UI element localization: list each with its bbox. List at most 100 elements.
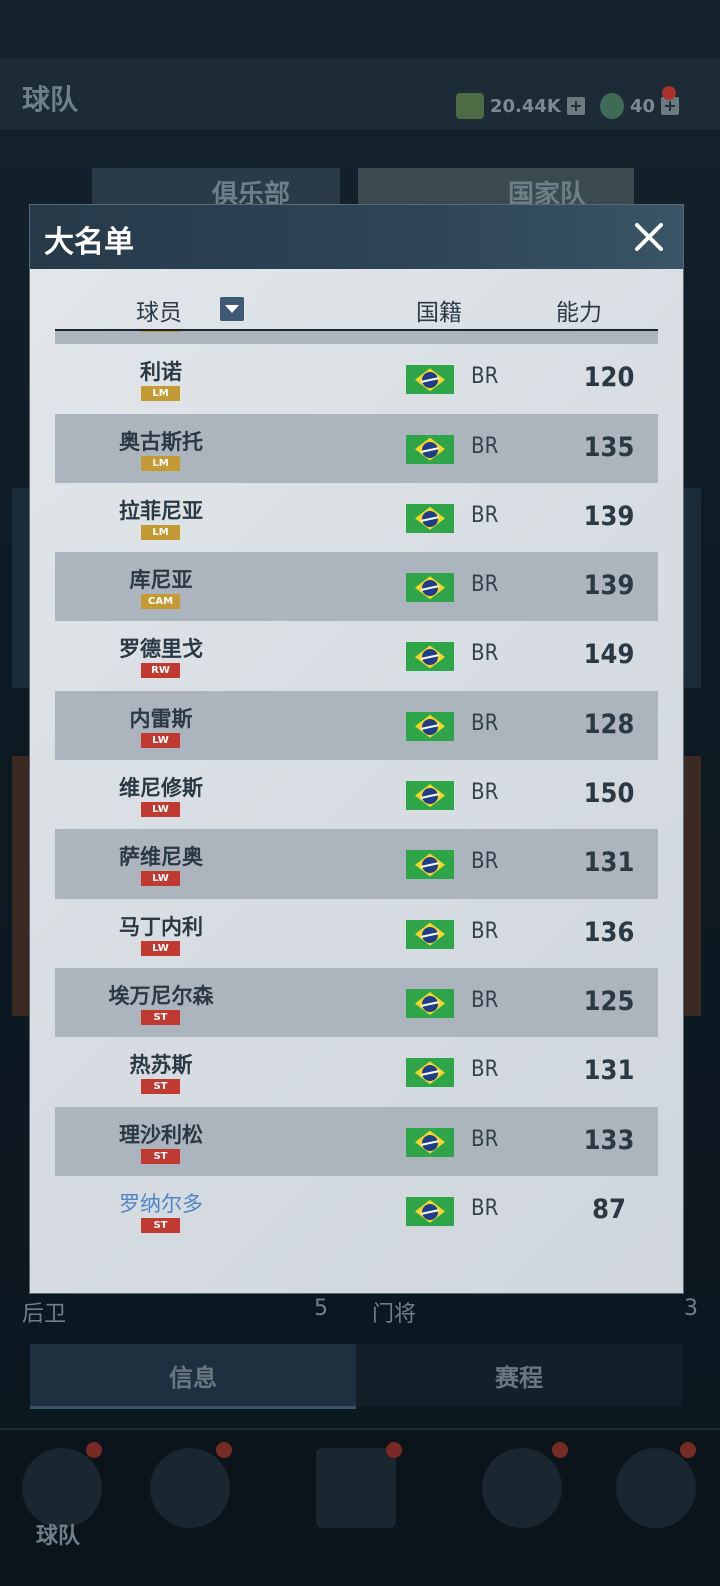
- player-name: 维尼修斯: [119, 776, 203, 801]
- brazil-flag-icon: [406, 642, 454, 672]
- nav-pitch-icon[interactable]: [316, 1448, 396, 1528]
- nav-team-icon[interactable]: [22, 1448, 102, 1528]
- nationality-code: BR: [471, 1057, 499, 1083]
- nationality-code: BR: [471, 710, 499, 736]
- roster-modal: 大名单 球员 国籍 能力 帕奎塔CMBR138利诺LMBR120奥古斯托LMBR…: [30, 205, 683, 1293]
- notification-dot: [662, 86, 676, 100]
- player-row[interactable]: 热苏斯 ST BR 131: [55, 1037, 658, 1106]
- player-row[interactable]: 库尼亚 CAM BR 139: [55, 552, 658, 622]
- close-icon[interactable]: [625, 213, 673, 261]
- modal-header: 大名单: [30, 205, 683, 269]
- brazil-flag-icon: [406, 365, 454, 395]
- player-row[interactable]: 埃万尼尔森 ST BR 125: [55, 967, 658, 1038]
- player-name: 萨维尼奥: [119, 845, 203, 870]
- position-badge: LW: [141, 940, 180, 956]
- gem-icon: [600, 93, 624, 119]
- player-row[interactable]: 罗德里戈 RW BR 149: [55, 621, 658, 690]
- player-name: 内雷斯: [129, 706, 193, 731]
- brazil-flag-icon: [406, 503, 454, 533]
- player-name: 利诺: [140, 360, 182, 385]
- ability-value: 139: [583, 500, 635, 532]
- tab-info[interactable]: 信息: [30, 1344, 356, 1409]
- notification-dot: [680, 1442, 696, 1458]
- side-card-right: [683, 756, 701, 1016]
- nav-player-icon[interactable]: [482, 1448, 562, 1528]
- player-row[interactable]: 帕奎塔CMBR138: [55, 331, 658, 345]
- position-badge: ST: [141, 1009, 180, 1025]
- goalkeeper-count: 3: [684, 1296, 698, 1321]
- nationality-code: BR: [471, 572, 499, 598]
- nationality-code: BR: [471, 1126, 499, 1152]
- position-badge: CM: [141, 331, 180, 332]
- brazil-flag-icon: [406, 573, 454, 603]
- position-badge: RW: [141, 663, 180, 679]
- player-row[interactable]: 马丁内利 LW BR 136: [55, 899, 658, 968]
- ability-value: 133: [583, 1124, 635, 1156]
- brazil-flag-icon: [406, 919, 454, 949]
- ability-value: 131: [583, 1055, 635, 1087]
- position-badge: ST: [141, 1148, 180, 1164]
- side-panel-right: [683, 488, 701, 688]
- player-row[interactable]: 萨维尼奥 LW BR 131: [55, 829, 658, 899]
- position-badge: ST: [141, 1079, 180, 1095]
- nationality-code: BR: [471, 433, 499, 459]
- player-row[interactable]: 利诺 LM BR 120: [55, 344, 658, 413]
- ability-value: 131: [583, 847, 635, 879]
- ability-value: 149: [583, 639, 635, 671]
- tab-schedule[interactable]: 赛程: [356, 1344, 682, 1406]
- sub-tabs: 信息 赛程: [30, 1344, 682, 1409]
- column-header-player[interactable]: 球员: [136, 293, 182, 327]
- player-name: 罗纳尔多: [119, 1191, 203, 1216]
- player-row[interactable]: 内雷斯 LW BR 128: [55, 690, 658, 761]
- nationality-code: BR: [471, 1195, 499, 1221]
- brazil-flag-icon: [406, 850, 454, 880]
- position-badge: ST: [141, 1217, 180, 1233]
- player-name: 奥古斯托: [119, 429, 203, 454]
- nav-trophy-icon[interactable]: [616, 1448, 696, 1528]
- player-name: 热苏斯: [129, 1053, 193, 1078]
- player-name: 拉菲尼亚: [119, 498, 203, 523]
- ability-value: 87: [592, 1193, 626, 1225]
- ability-value: 135: [583, 431, 635, 463]
- brazil-flag-icon: [406, 1196, 454, 1226]
- squad-summary: 后卫 5 门将 3: [22, 1296, 698, 1327]
- player-row[interactable]: 奥古斯托 LM BR 135: [55, 413, 658, 483]
- currency-display[interactable]: 20.44K +: [456, 90, 585, 122]
- player-name: 罗德里戈: [119, 637, 203, 662]
- side-panel-left: [12, 488, 30, 688]
- notification-dot: [216, 1442, 232, 1458]
- column-header-nationality[interactable]: 国籍: [416, 293, 462, 327]
- side-card-left: [12, 756, 30, 1016]
- brazil-flag-icon: [406, 1058, 454, 1088]
- position-badge: LW: [141, 732, 180, 748]
- player-row[interactable]: 理沙利松 ST BR 133: [55, 1106, 658, 1176]
- ability-value: 120: [583, 362, 635, 394]
- position-badge: LM: [141, 386, 180, 402]
- notification-dot: [552, 1442, 568, 1458]
- ability-value: 139: [583, 570, 635, 602]
- nationality-code: BR: [471, 641, 499, 667]
- ability-value: 125: [583, 985, 635, 1017]
- bottom-nav: [0, 1428, 720, 1586]
- player-name: 马丁内利: [119, 914, 203, 939]
- position-badge: LM: [141, 524, 180, 540]
- player-row[interactable]: 拉菲尼亚 LM BR 139: [55, 483, 658, 552]
- player-name: 库尼亚: [129, 568, 193, 593]
- notification-dot: [86, 1442, 102, 1458]
- add-currency-icon[interactable]: +: [566, 97, 585, 115]
- ability-value: 128: [583, 708, 635, 740]
- nav-ball-icon[interactable]: [150, 1448, 230, 1528]
- nationality-code: BR: [471, 918, 499, 944]
- player-row[interactable]: 维尼修斯 LW BR 150: [55, 760, 658, 829]
- notification-dot: [386, 1442, 402, 1458]
- gem-value: 40: [630, 95, 656, 117]
- defender-count: 5: [314, 1296, 328, 1321]
- nationality-code: BR: [471, 364, 499, 390]
- player-list[interactable]: 帕奎塔CMBR138利诺LMBR120奥古斯托LMBR135拉菲尼亚LMBR13…: [55, 331, 658, 1291]
- player-row[interactable]: 罗纳尔多 ST BR 87: [55, 1176, 658, 1245]
- nationality-code: BR: [471, 780, 499, 806]
- player-name: 埃万尼尔森: [108, 983, 214, 1008]
- column-header-ability[interactable]: 能力: [556, 293, 602, 327]
- goalkeeper-label: 门将: [372, 1302, 417, 1327]
- sort-dropdown-icon[interactable]: [220, 297, 244, 321]
